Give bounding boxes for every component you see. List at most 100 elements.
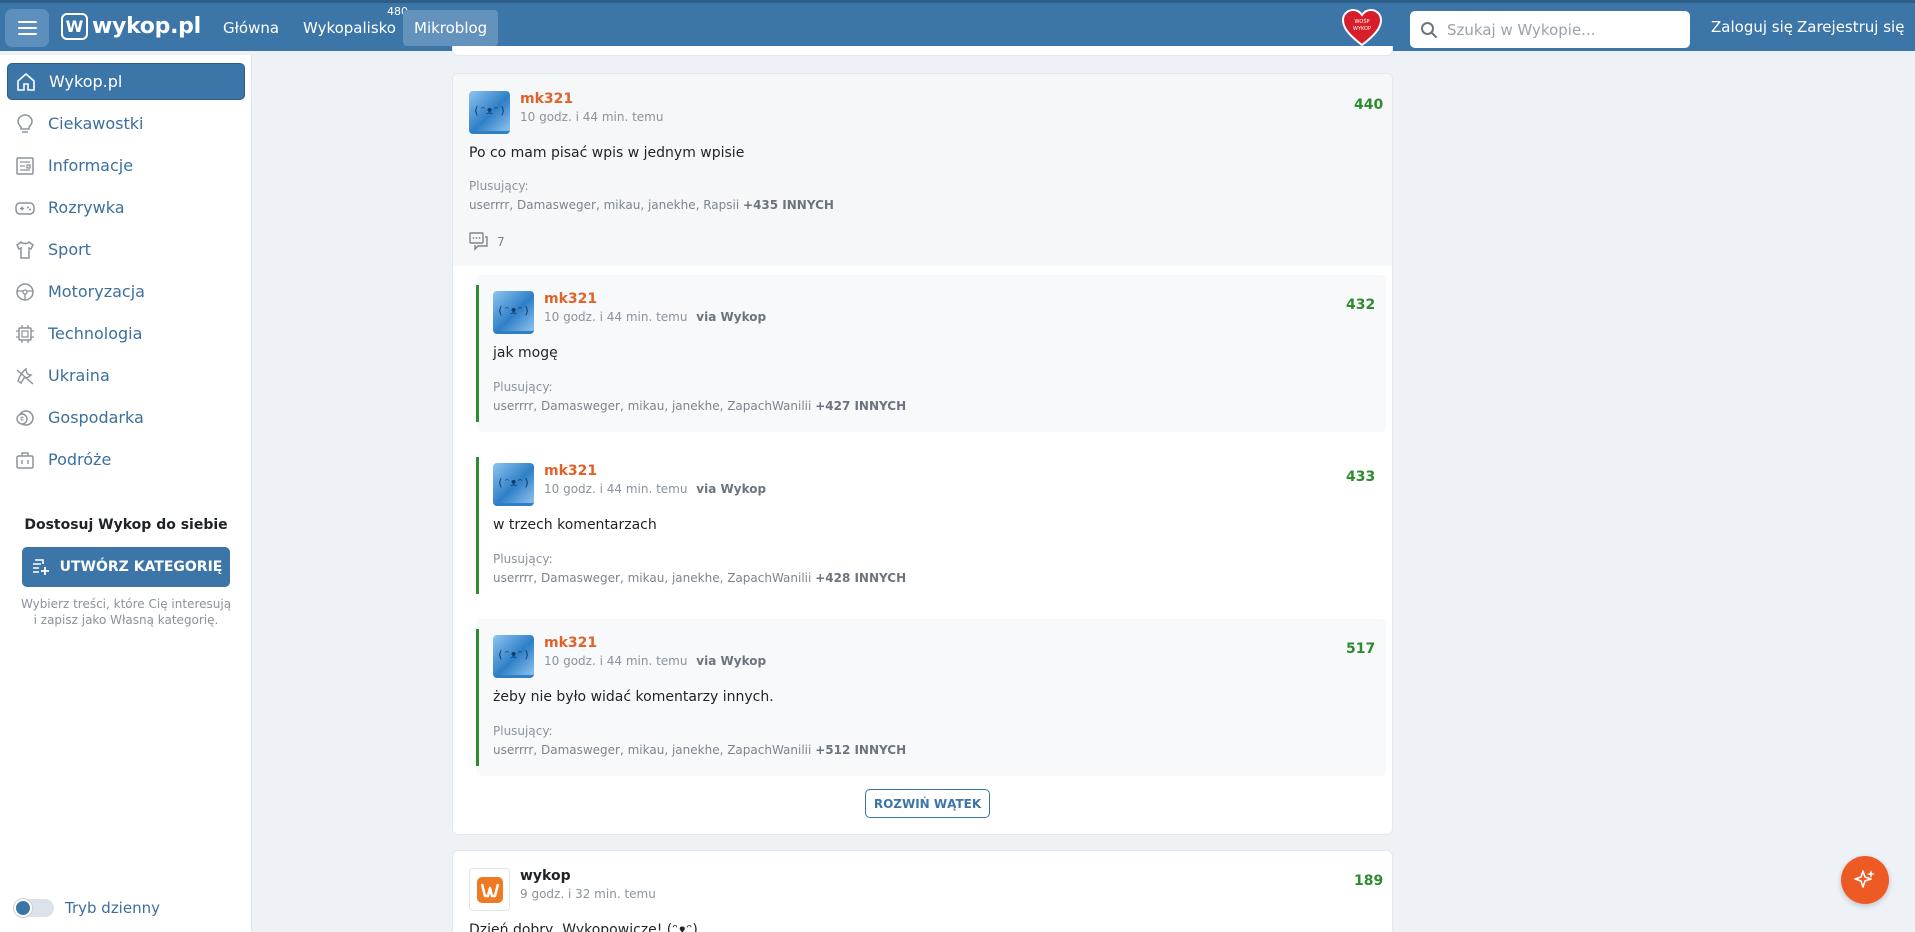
reply-time[interactable]: 10 godz. i 44 min. temu	[544, 482, 687, 496]
nav-glowna[interactable]: Główna	[212, 10, 290, 46]
reply-time[interactable]: 10 godz. i 44 min. temu	[544, 310, 687, 324]
voters-names[interactable]: userrrr, Damasweger, mikau, janekhe, Zap…	[493, 571, 811, 585]
reply-card: (ᵔᴥᵔ) mk321 10 godz. i 44 min. temu via …	[476, 275, 1386, 432]
site-logo[interactable]: W wykop.pl	[61, 13, 201, 40]
avatar[interactable]: (ᵔᴥᵔ)	[493, 291, 534, 334]
reply-card: (ᵔᴥᵔ) mk321 10 godz. i 44 min. temu via …	[476, 447, 1386, 604]
voters-more[interactable]: +435 INNYCH	[743, 198, 834, 212]
entry-time[interactable]: 9 godz. i 32 min. temu	[520, 887, 656, 901]
sidebar-item-informacje[interactable]: Informacje	[7, 147, 245, 184]
reply-indicator	[476, 285, 479, 422]
entry-header: (ᵔᴥᵔ) mk321 10 godz. i 44 min. temu	[469, 91, 663, 134]
reply-meta: 10 godz. i 44 min. temu via Wykop	[544, 310, 766, 324]
voters-list: userrrr, Damasweger, mikau, janekhe, Zap…	[493, 399, 906, 413]
sidebar-item-ukraina[interactable]: Ukraina	[7, 357, 245, 394]
menu-hamburger-button[interactable]	[5, 9, 49, 47]
entry-card: wykop 9 godz. i 32 min. temu 189 Dzień d…	[452, 850, 1393, 932]
expand-thread-button[interactable]: ROZWIŃ WĄTEK	[865, 789, 990, 818]
theme-toggle-label: Tryb dzienny	[65, 899, 160, 917]
nav-wykopalisko-label: Wykopalisko	[303, 19, 396, 37]
login-link[interactable]: Zaloguj się	[1711, 18, 1793, 36]
nav-wykopalisko[interactable]: Wykopalisko 480	[292, 5, 411, 46]
home-icon	[17, 72, 35, 91]
nav-mikroblog[interactable]: Mikroblog	[403, 10, 499, 46]
reply-author[interactable]: mk321	[544, 463, 766, 479]
entry-author[interactable]: wykop	[520, 868, 656, 884]
voters-more[interactable]: +428 INNYCH	[815, 571, 906, 585]
sidebar-item-ciekawostki[interactable]: Ciekawostki	[7, 105, 245, 142]
svg-text:WYKOP: WYKOP	[1353, 26, 1371, 32]
hamburger-line	[17, 21, 37, 23]
avatar[interactable]: (ᵔᴥᵔ)	[493, 463, 534, 506]
entry-author-block: mk321 10 godz. i 44 min. temu	[520, 91, 663, 134]
sidebar-item-label: Ukraina	[48, 366, 110, 385]
lightbulb-icon	[17, 113, 33, 133]
hamburger-line	[17, 33, 37, 35]
sidebar-item-wykop[interactable]: Wykop.pl	[7, 63, 245, 100]
reply-meta: 10 godz. i 44 min. temu via Wykop	[544, 654, 766, 668]
reply-card: (ᵔᴥᵔ) mk321 10 godz. i 44 min. temu via …	[476, 619, 1386, 776]
avatar[interactable]: (ᵔᴥᵔ)	[493, 635, 534, 678]
reply-author[interactable]: mk321	[544, 635, 766, 651]
sidebar-item-sport[interactable]: Sport	[7, 231, 245, 268]
sidebar-item-label: Wykop.pl	[49, 72, 123, 91]
coins-icon	[16, 409, 34, 426]
sun-icon	[14, 899, 32, 917]
customize-title: Dostosuj Wykop do siebie	[24, 517, 228, 533]
reply-score[interactable]: 432	[1346, 297, 1375, 313]
voters-label: Plusujący:	[493, 552, 553, 566]
ukraine-icon	[16, 367, 34, 385]
sidebar-item-label: Motoryzacja	[48, 282, 145, 301]
search-icon	[1421, 21, 1437, 38]
reply-meta: 10 godz. i 44 min. temu via Wykop	[544, 482, 766, 496]
voters-more[interactable]: +512 INNYCH	[815, 743, 906, 757]
ai-assistant-button[interactable]	[1841, 856, 1889, 904]
sidebar-item-label: Gospodarka	[48, 408, 144, 427]
search-box[interactable]	[1410, 11, 1690, 48]
sidebar-item-podroze[interactable]: Podróże	[7, 441, 245, 478]
entry-score[interactable]: 189	[1354, 873, 1383, 889]
voters-more[interactable]: +427 INNYCH	[815, 399, 906, 413]
reply-score[interactable]: 433	[1346, 469, 1375, 485]
create-category-label: UTWÓRZ KATEGORIĘ	[59, 559, 223, 575]
search-input[interactable]	[1447, 20, 1667, 39]
toggle-switch[interactable]	[14, 899, 54, 917]
avatar[interactable]	[469, 868, 510, 911]
logo-icon: W	[61, 13, 88, 40]
sparkle-icon	[1854, 870, 1875, 888]
reply-author[interactable]: mk321	[544, 291, 766, 307]
gamepad-icon	[15, 201, 35, 215]
sidebar-item-rozrywka[interactable]: Rozrywka	[7, 189, 245, 226]
entry-header: wykop 9 godz. i 32 min. temu	[469, 868, 656, 911]
entry-time[interactable]: 10 godz. i 44 min. temu	[520, 110, 663, 124]
reply-indicator	[476, 457, 479, 594]
reply-indicator	[476, 629, 479, 766]
sidebar-item-technologia[interactable]: Technologia	[7, 315, 245, 352]
hamburger-line	[17, 27, 37, 29]
entry-content: Po co mam pisać wpis w jednym wpisie	[469, 145, 745, 161]
sidebar-item-label: Sport	[48, 240, 91, 259]
comments-icon	[469, 232, 488, 251]
register-link[interactable]: Zarejestruj się	[1797, 18, 1904, 36]
entry-score[interactable]: 440	[1354, 97, 1383, 113]
sidebar-item-motoryzacja[interactable]: Motoryzacja	[7, 273, 245, 310]
voters-list: userrrr, Damasweger, mikau, janekhe, Zap…	[493, 743, 906, 757]
reply-score[interactable]: 517	[1346, 641, 1375, 657]
avatar[interactable]: (ᵔᴥᵔ)	[469, 91, 510, 134]
voters-names[interactable]: userrrr, Damasweger, mikau, janekhe, Zap…	[493, 399, 811, 413]
voters-names[interactable]: userrrr, Damasweger, mikau, janekhe, Zap…	[493, 743, 811, 757]
reply-author-block: mk321 10 godz. i 44 min. temu via Wykop	[544, 463, 766, 506]
previous-entry-card	[452, 46, 1393, 56]
theme-toggle[interactable]: Tryb dzienny	[14, 899, 160, 917]
charity-heart-icon[interactable]: WOŚP WYKOP	[1341, 8, 1383, 48]
reply-time[interactable]: 10 godz. i 44 min. temu	[544, 654, 687, 668]
create-category-button[interactable]: UTWÓRZ KATEGORIĘ	[22, 547, 230, 587]
entry-author[interactable]: mk321	[520, 91, 663, 107]
voters-names[interactable]: userrrr, Damasweger, mikau, janekhe, Rap…	[469, 198, 739, 212]
reply-header: (ᵔᴥᵔ) mk321 10 godz. i 44 min. temu via …	[493, 635, 766, 678]
comments-button[interactable]: 7	[469, 232, 505, 252]
reply-via: via Wykop	[696, 482, 767, 496]
newspaper-icon	[16, 156, 34, 175]
sidebar-item-gospodarka[interactable]: Gospodarka	[7, 399, 245, 436]
sidebar-item-label: Informacje	[48, 156, 134, 175]
